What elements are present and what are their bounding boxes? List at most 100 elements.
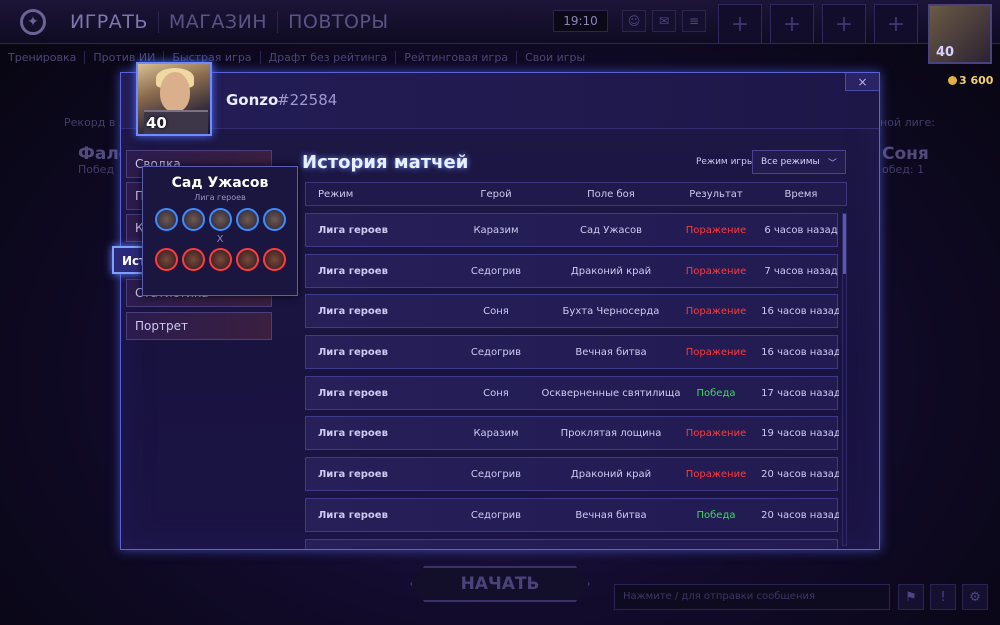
row-time: 16 часов назад — [761, 306, 839, 318]
menu-portrait[interactable]: Портрет — [126, 312, 272, 340]
col-hero[interactable]: Герой — [456, 189, 536, 200]
game-logo-icon[interactable]: ✦ — [20, 8, 46, 35]
row-result: Поражение — [685, 225, 747, 236]
col-map[interactable]: Поле боя — [541, 189, 681, 200]
table-header: Режим Герой Поле боя Результат Время — [305, 182, 847, 206]
table-row[interactable]: Лига героев Соня Оскверненные святилища … — [305, 375, 839, 410]
bg-record-left: Рекорд в л — [64, 116, 126, 129]
row-hero: Каразим — [473, 225, 519, 236]
avatar-level: 40 — [936, 45, 955, 60]
party-slot-3[interactable]: + — [822, 4, 866, 44]
row-map: Сад Ужасов — [580, 225, 642, 236]
table-row[interactable]: Лига героев Седогрив Вечная битва Пораже… — [305, 335, 839, 370]
subnav-unranked-draft[interactable]: Драфт без рейтинга — [261, 50, 397, 64]
nav-shop[interactable]: МАГАЗИН — [159, 10, 279, 33]
table-row[interactable] — [305, 538, 838, 549]
row-time: 16 часов назад — [761, 347, 839, 359]
gold-amount: 3 600 — [959, 74, 994, 87]
row-map: Проклятая лощина — [560, 428, 662, 440]
row-map: Драконий край — [570, 469, 652, 481]
alert-icon[interactable]: ! — [930, 584, 956, 610]
row-map: Вечная битва — [575, 347, 647, 359]
ally-hero-icon — [262, 208, 286, 231]
portrait-face — [160, 72, 190, 112]
row-result: Поражение — [685, 469, 747, 481]
scrollbar-thumb[interactable] — [843, 214, 846, 274]
row-hero: Соня — [483, 306, 509, 318]
row-time: 17 часов назад — [761, 387, 839, 399]
col-mode[interactable]: Режим — [318, 189, 353, 200]
filter-label: Режим игры: — [696, 157, 758, 167]
party-count-icon[interactable]: ⚑ — [898, 584, 924, 610]
col-result[interactable]: Результат — [676, 189, 756, 200]
menu-icon[interactable]: ≡ — [682, 10, 706, 32]
table-row[interactable]: Лига героев Соня Бухта Черносерда Пораже… — [305, 294, 839, 329]
clock: 19:10 — [553, 10, 608, 32]
subnav-training[interactable]: Тренировка — [0, 50, 86, 64]
portrait-level: 40 — [146, 114, 167, 132]
row-result: Поражение — [685, 265, 747, 277]
bg-record-right: ной лиге: — [880, 116, 935, 129]
subnav-ranked[interactable]: Рейтинговая игра — [396, 50, 518, 64]
history-scrollbar[interactable] — [842, 213, 847, 546]
row-map: Бухта Черносерда — [562, 306, 660, 318]
tooltip-map-name: Сад Ужасов — [171, 175, 269, 191]
row-result: Поражение — [685, 306, 747, 318]
player-avatar[interactable]: 40 — [928, 4, 992, 64]
row-result: Поражение — [685, 347, 747, 359]
player-portrait[interactable]: 40 — [136, 62, 212, 136]
row-hero: Седогрив — [470, 469, 522, 481]
table-row[interactable]: Лига героев Каразим Сад Ужасов Поражение… — [305, 213, 838, 247]
chat-input[interactable]: Нажмите / для отправки сообщения — [614, 584, 890, 610]
row-hero: Соня — [483, 387, 509, 399]
table-row[interactable]: Лига героев Седогрив Драконий край Пораж… — [305, 253, 838, 288]
row-hero: Седогрив — [470, 265, 522, 277]
party-slot-4[interactable]: + — [874, 4, 918, 44]
row-time: 7 часов назад — [764, 265, 838, 277]
close-button[interactable]: × — [845, 73, 879, 91]
gold-balance: 3 600 — [948, 74, 993, 87]
row-hero: Седогрив — [470, 347, 522, 359]
play-subnav: Тренировка Против ИИ Быстрая игра Драфт … — [0, 46, 593, 68]
row-result: Победа — [696, 509, 736, 521]
ally-hero-icon — [235, 208, 259, 231]
match-tooltip: Сад Ужасов Лига героев X — [142, 166, 298, 296]
row-mode: Лига героев — [318, 387, 388, 399]
row-hero: Седогрив — [470, 509, 522, 521]
settings-gear-icon[interactable]: ⚙ — [962, 584, 988, 610]
row-mode: Лига героев — [318, 265, 388, 277]
table-row[interactable]: Лига героев Седогрив Вечная битва Победа… — [305, 497, 839, 532]
gold-coin-icon — [948, 76, 957, 85]
subnav-custom[interactable]: Свои игры — [517, 51, 593, 64]
party-slot-1[interactable]: + — [718, 4, 762, 44]
enemy-hero-icon — [262, 248, 286, 271]
filter-value: Все режимы — [761, 157, 820, 167]
enemy-hero-icon — [154, 248, 178, 271]
row-map: Оскверненные святилища — [541, 387, 681, 399]
table-row[interactable]: Лига героев Седогрив Драконий край Пораж… — [305, 457, 839, 492]
row-mode: Лига героев — [318, 225, 388, 236]
player-name: Gonzo — [226, 91, 279, 109]
ally-team — [143, 208, 297, 231]
col-time[interactable]: Время — [756, 189, 846, 200]
party-slot-2[interactable]: + — [770, 4, 814, 44]
nav-replays[interactable]: ПОВТОРЫ — [278, 11, 399, 33]
ally-hero-icon — [154, 208, 178, 231]
row-mode: Лига героев — [318, 428, 388, 440]
bg-right-hero: Соня — [882, 144, 929, 164]
table-row[interactable]: Лига героев Каразим Проклятая лощина Пор… — [305, 416, 839, 451]
main-nav: ИГРАТЬ МАГАЗИН ПОВТОРЫ — [60, 10, 399, 33]
enemy-hero-icon — [181, 248, 205, 271]
row-mode: Лига героев — [318, 469, 388, 481]
social-icon[interactable]: ✉ — [652, 10, 676, 32]
enemy-hero-icon — [208, 248, 232, 271]
mode-filter-dropdown[interactable]: Все режимы ﹀ — [752, 150, 846, 174]
ally-hero-icon — [181, 208, 205, 231]
row-time: 19 часов назад — [761, 428, 839, 440]
tooltip-mode: Лига героев — [194, 193, 246, 202]
bg-left-wins: Побед — [78, 163, 115, 176]
friends-icon[interactable]: ☺ — [622, 10, 646, 32]
nav-play[interactable]: ИГРАТЬ — [60, 10, 159, 33]
row-map: Вечная битва — [575, 509, 647, 521]
start-button[interactable]: НАЧАТЬ — [410, 566, 590, 602]
